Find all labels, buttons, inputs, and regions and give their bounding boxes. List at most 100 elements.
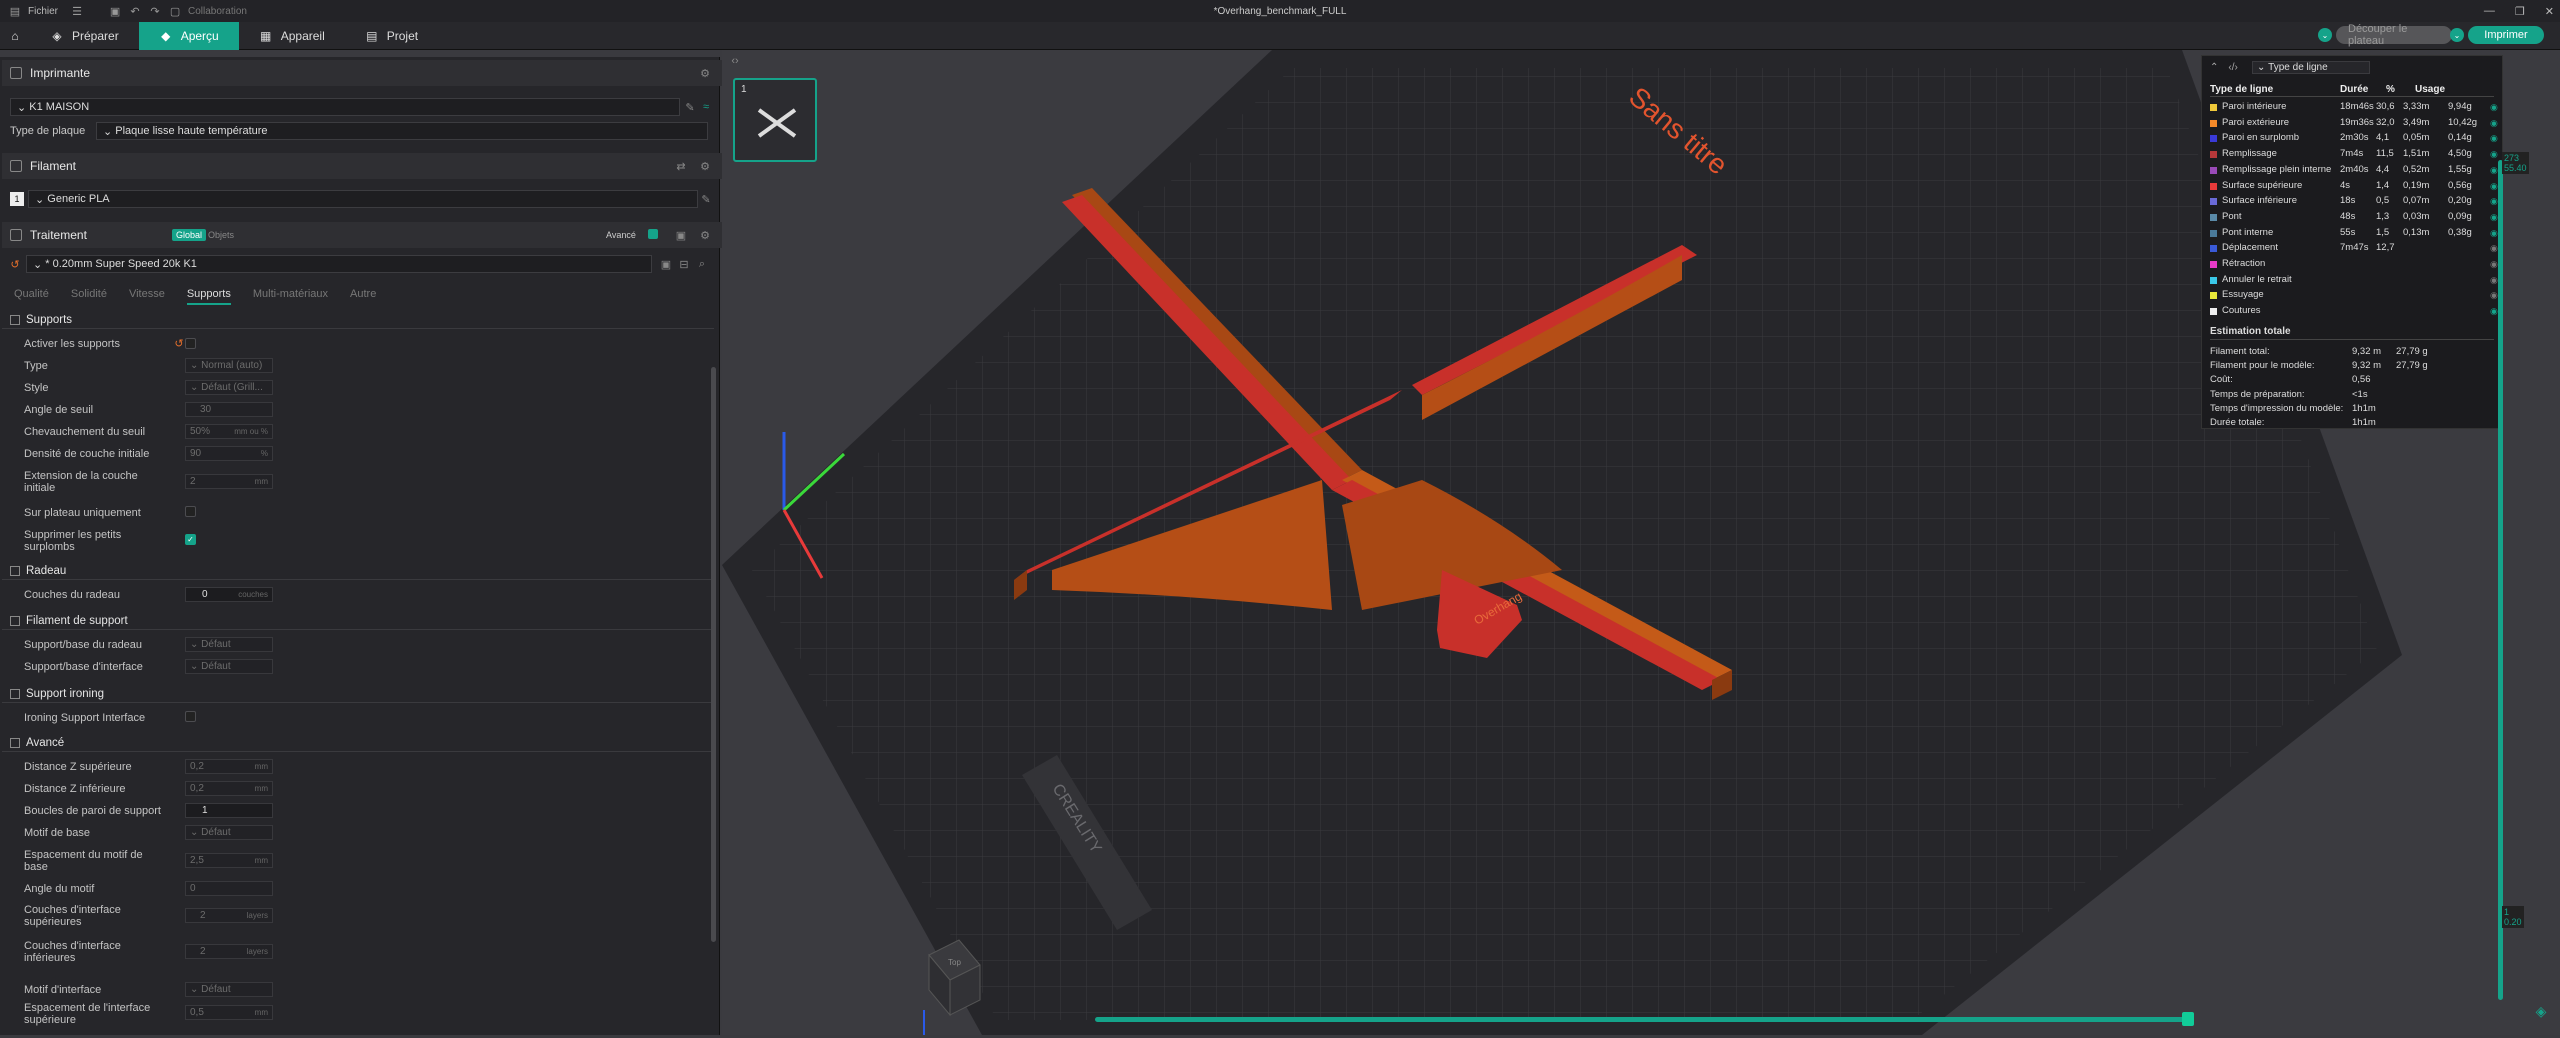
redo-icon[interactable]: ↷: [148, 4, 162, 18]
profile-search-icon[interactable]: ⌕: [695, 257, 709, 271]
legend-row[interactable]: Coutures ◉: [2210, 305, 2500, 319]
filament-edit-icon[interactable]: ✎: [699, 192, 713, 206]
process-profile-select[interactable]: ⌄ * 0.20mm Super Speed 20k K1: [26, 255, 652, 273]
collaboration-icon[interactable]: ▢: [168, 4, 182, 18]
base-pattern-select[interactable]: ⌄ Défaut: [185, 825, 273, 840]
printer-edit-icon[interactable]: ✎: [683, 100, 697, 114]
legend-row[interactable]: Essuyage ◉: [2210, 289, 2500, 303]
sidebar-scrollbar[interactable]: [711, 367, 716, 942]
process-section-header[interactable]: Traitement Global Objets Avancé ▣ ⚙: [2, 222, 722, 248]
print-dropdown-icon[interactable]: ⌄: [2450, 28, 2464, 42]
printer-section-header[interactable]: Imprimante ⚙: [2, 60, 722, 86]
interface-base-select[interactable]: ⌄ Défaut: [185, 659, 273, 674]
plate-only-checkbox[interactable]: [185, 506, 196, 517]
filament-section-header[interactable]: Filament ⚙ ⇄: [2, 153, 722, 179]
raft-base-select[interactable]: ⌄ Défaut: [185, 637, 273, 652]
process-settings-icon[interactable]: ⚙: [698, 228, 712, 242]
legend-row[interactable]: Paroi intérieure 18m46s 30,6 3,33m 9,94g ◉: [2210, 101, 2500, 115]
visibility-eye-icon[interactable]: ◉: [2490, 118, 2500, 128]
filament-settings-icon[interactable]: ⚙: [698, 159, 712, 173]
legend-collapse-icon[interactable]: ⌃: [2210, 62, 2218, 73]
legend-view-select[interactable]: ⌄ Type de ligne: [2252, 61, 2370, 74]
enable-supports-checkbox[interactable]: [185, 338, 196, 349]
interface-spacing-input[interactable]: 0,5 mm: [185, 1005, 273, 1020]
threshold-angle-input[interactable]: 30: [185, 402, 273, 417]
raft-layers-input[interactable]: 0 couches: [185, 587, 273, 602]
file-menu[interactable]: Fichier: [28, 6, 58, 17]
subtab-other[interactable]: Autre: [350, 288, 376, 305]
enable-supports-reset-icon[interactable]: ↺: [172, 336, 186, 350]
wifi-icon[interactable]: ≈: [699, 100, 713, 114]
legend-row[interactable]: Remplissage plein interne 2m40s 4,4 0,52m 1,…: [2210, 164, 2500, 178]
legend-row[interactable]: Surface inférieure 18s 0,5 0,07m 0,20g ◉: [2210, 195, 2500, 209]
reset-icon[interactable]: ↺: [8, 257, 22, 271]
close-icon[interactable]: ✕: [2545, 5, 2554, 18]
filament-select[interactable]: ⌄ Generic PLA: [28, 190, 698, 208]
z-top-input[interactable]: 0,2 mm: [185, 759, 273, 774]
tab-project[interactable]: ▤ Projet: [345, 22, 438, 50]
visibility-eye-icon[interactable]: ◉: [2490, 102, 2500, 112]
type-select[interactable]: ⌄ Normal (auto): [185, 358, 273, 373]
move-slider[interactable]: [1095, 1012, 2194, 1026]
subtab-speed[interactable]: Vitesse: [129, 288, 165, 305]
top-interface-input[interactable]: 2 layers: [185, 908, 273, 923]
tab-device[interactable]: ▦ Appareil: [239, 22, 345, 50]
legend-row[interactable]: Pont interne 55s 1,5 0,13m 0,38g ◉: [2210, 227, 2500, 241]
printer-settings-icon[interactable]: ⚙: [698, 66, 712, 80]
legend-row[interactable]: Paroi extérieure 19m36s 32,0 3,49m 10,42g ◉: [2210, 117, 2500, 131]
collapse-sidebar-icon[interactable]: ‹›: [728, 54, 742, 68]
filament-slot[interactable]: 1: [10, 192, 24, 206]
move-slider-knob[interactable]: [2182, 1012, 2194, 1026]
visibility-eye-icon[interactable]: ◉: [2490, 149, 2500, 159]
bottom-interface-input[interactable]: 2 layers: [185, 944, 273, 959]
legend-row[interactable]: Annuler le retrait ◉: [2210, 274, 2500, 288]
profile-compare-icon[interactable]: ⊟: [677, 257, 691, 271]
remove-overhangs-checkbox[interactable]: ✓: [185, 534, 196, 545]
legend-row[interactable]: Paroi en surplomb 2m30s 4,1 0,05m 0,14g ◉: [2210, 132, 2500, 146]
threshold-overlap-input[interactable]: 50% mm ou %: [185, 424, 273, 439]
menu-icon[interactable]: ☰: [70, 4, 84, 18]
initial-expansion-input[interactable]: 2 mm: [185, 474, 273, 489]
home-button[interactable]: ⌂: [0, 22, 30, 50]
plate-type-select[interactable]: ⌄ Plaque lisse haute température: [96, 122, 708, 140]
plate-thumbnail[interactable]: 1: [733, 78, 817, 162]
layers-toggle-icon[interactable]: ◈: [2534, 1003, 2548, 1019]
base-spacing-input[interactable]: 2,5 mm: [185, 853, 273, 868]
process-copy-icon[interactable]: ▣: [674, 228, 688, 242]
file-icon[interactable]: ▤: [8, 4, 22, 18]
minimize-icon[interactable]: —: [2484, 5, 2495, 17]
legend-row[interactable]: Déplacement 7m47s 12,7 ◉: [2210, 242, 2500, 256]
printer-select[interactable]: ⌄ K1 MAISON: [10, 98, 680, 116]
advanced-toggle[interactable]: [648, 229, 658, 239]
tab-preview[interactable]: ◆ Aperçu: [138, 21, 239, 50]
z-bottom-input[interactable]: 0,2 mm: [185, 781, 273, 796]
print-button[interactable]: Imprimer: [2468, 26, 2544, 44]
subtab-supports[interactable]: Supports: [186, 288, 231, 305]
wall-loops-input[interactable]: 1: [185, 803, 273, 818]
undo-icon[interactable]: ↶: [128, 4, 142, 18]
slice-dropdown-icon[interactable]: ⌄: [2318, 28, 2332, 42]
maximize-icon[interactable]: ❐: [2515, 5, 2525, 18]
collaboration-label[interactable]: Collaboration: [188, 6, 247, 17]
legend-row[interactable]: Remplissage 7m4s 11,5 1,51m 4,50g ◉: [2210, 148, 2500, 162]
toggle-objects[interactable]: Objets: [208, 230, 234, 240]
visibility-eye-icon[interactable]: ◉: [2490, 133, 2500, 143]
tab-prepare[interactable]: ◈ Préparer: [30, 22, 139, 50]
legend-row[interactable]: Pont 48s 1,3 0,03m 0,09g ◉: [2210, 211, 2500, 225]
filament-sync-icon[interactable]: ⇄: [674, 159, 688, 173]
layer-slider[interactable]: [2498, 160, 2503, 1000]
style-select[interactable]: ⌄ Défaut (Grill...: [185, 380, 273, 395]
initial-density-input[interactable]: 90%: [185, 446, 273, 461]
subtab-multimaterial[interactable]: Multi-matériaux: [253, 288, 328, 305]
toggle-global[interactable]: Global: [172, 229, 207, 241]
interface-pattern-select[interactable]: ⌄ Défaut: [185, 982, 273, 997]
pattern-angle-input[interactable]: 0: [185, 881, 273, 896]
profile-save-icon[interactable]: ▣: [659, 257, 673, 271]
ironing-interface-checkbox[interactable]: [185, 711, 196, 722]
legend-row[interactable]: Rétraction ◉: [2210, 258, 2500, 272]
legend-row[interactable]: Surface supérieure 4s 1,4 0,19m 0,56g ◉: [2210, 180, 2500, 194]
subtab-strength[interactable]: Solidité: [71, 288, 107, 305]
subtab-quality[interactable]: Qualité: [14, 288, 49, 305]
slice-plate-button[interactable]: Découper le plateau: [2336, 23, 2452, 47]
legend-code-icon[interactable]: ‹/›: [2228, 62, 2237, 73]
